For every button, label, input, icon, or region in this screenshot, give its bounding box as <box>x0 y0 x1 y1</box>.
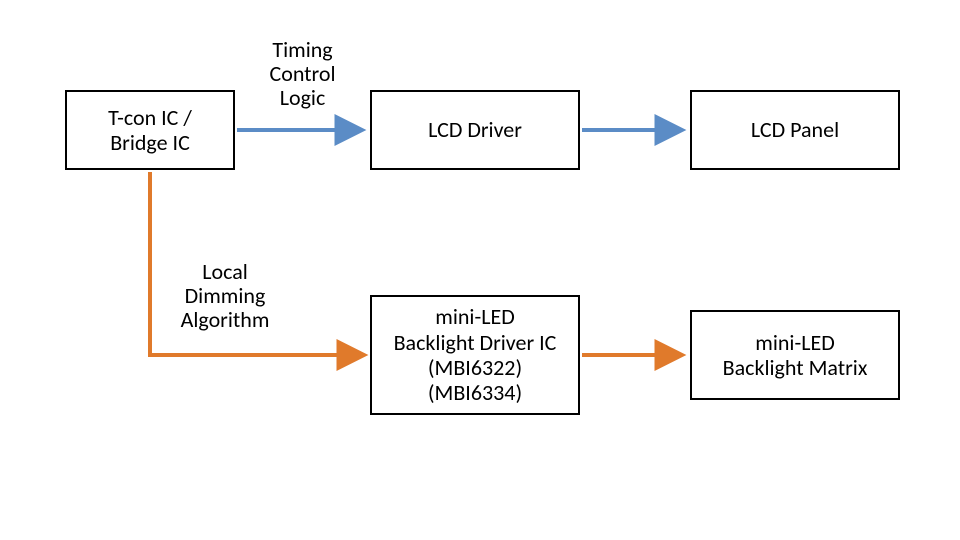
node-tcon: T-con IC / Bridge IC <box>65 90 235 170</box>
node-lcd-driver: LCD Driver <box>370 90 580 170</box>
edge-timing-line1: Timing <box>272 36 332 63</box>
node-bldriver-line3: (MBI6322) <box>428 354 522 381</box>
edge-timing-line2: Control <box>269 60 335 87</box>
arrow-tcon-to-lcddriver <box>235 118 370 142</box>
arrow-lcddriver-to-lcdpanel <box>580 118 690 142</box>
node-backlight-matrix: mini-LED Backlight Matrix <box>690 310 900 400</box>
node-blmatrix-line1: mini-LED <box>755 329 835 356</box>
node-tcon-line1: T-con IC / <box>108 104 192 131</box>
arrow-tcon-to-bldriver <box>130 170 375 370</box>
node-bldriver-line2: Backlight Driver IC <box>394 329 557 356</box>
node-bldriver-line1: mini-LED <box>435 303 515 330</box>
node-lcd-driver-text: LCD Driver <box>428 117 522 142</box>
node-blmatrix-line2: Backlight Matrix <box>723 354 868 381</box>
node-bldriver-line4: (MBI6334) <box>428 379 522 406</box>
edge-label-timing: Timing Control Logic <box>245 38 360 111</box>
edge-timing-line3: Logic <box>280 84 326 111</box>
node-backlight-driver: mini-LED Backlight Driver IC (MBI6322) (… <box>370 295 580 415</box>
node-lcd-panel: LCD Panel <box>690 90 900 170</box>
node-lcd-panel-text: LCD Panel <box>751 117 839 142</box>
node-tcon-line2: Bridge IC <box>110 129 190 156</box>
arrow-bldriver-to-blmatrix <box>580 343 690 367</box>
